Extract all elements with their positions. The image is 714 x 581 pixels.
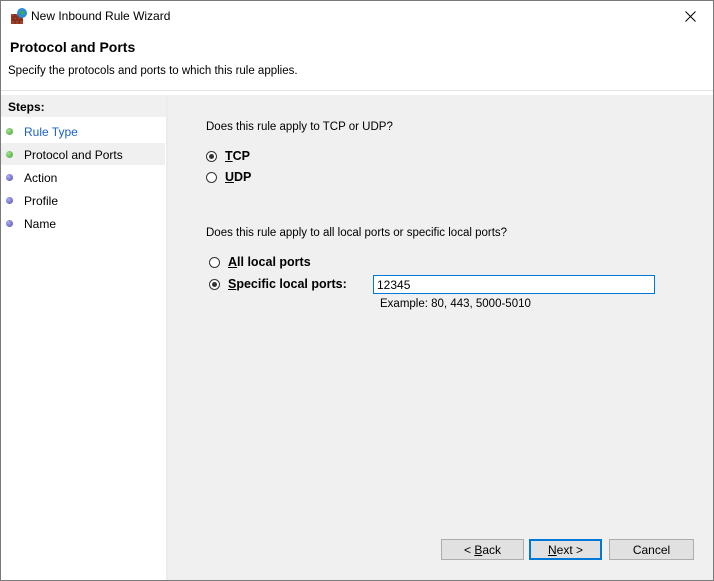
step-label: Rule Type <box>24 125 78 139</box>
main-panel: Does this rule apply to TCP or UDP? TCP … <box>168 95 713 580</box>
ports-example-hint: Example: 80, 443, 5000-5010 <box>380 298 531 310</box>
step-label: Profile <box>24 194 59 208</box>
specific-local-ports-radio[interactable]: Specific local ports: <box>209 277 347 291</box>
close-button[interactable] <box>667 1 713 32</box>
cancel-button[interactable]: Cancel <box>609 539 694 560</box>
step-label: Action <box>24 171 58 185</box>
page-title: Protocol and Ports <box>10 39 136 55</box>
steps-heading: Steps: <box>1 95 166 117</box>
page-subtitle: Specify the protocols and ports to which… <box>8 65 298 77</box>
udp-radio[interactable]: UDP <box>206 170 251 184</box>
step-protocol-and-ports[interactable]: Protocol and Ports <box>1 143 165 165</box>
protocol-question: Does this rule apply to TCP or UDP? <box>206 121 393 133</box>
radio-checked-icon <box>209 278 220 290</box>
radio-checked-icon <box>206 150 217 162</box>
close-icon <box>684 11 696 22</box>
step-label: Protocol and Ports <box>24 148 123 162</box>
title-bar: New Inbound Rule Wizard <box>1 1 713 32</box>
step-pending-icon <box>6 174 13 181</box>
steps-sidebar: Steps: Rule Type Protocol and Ports Acti… <box>1 95 168 580</box>
step-label: Name <box>24 217 57 231</box>
step-profile: Profile <box>1 189 165 211</box>
step-pending-icon <box>6 220 13 227</box>
firewall-icon <box>11 8 27 24</box>
back-button[interactable]: < Back <box>441 539 524 560</box>
all-local-ports-radio[interactable]: All local ports <box>209 255 311 269</box>
next-button[interactable]: Next > <box>529 539 602 560</box>
wizard-header: Protocol and Ports Specify the protocols… <box>1 32 713 91</box>
specific-ports-input[interactable] <box>373 275 655 294</box>
radio-unchecked-icon <box>206 171 217 183</box>
wizard-window: New Inbound Rule Wizard Protocol and Por… <box>0 0 714 581</box>
step-action: Action <box>1 166 165 188</box>
step-name: Name <box>1 212 165 234</box>
window-title: New Inbound Rule Wizard <box>31 9 171 23</box>
ports-question: Does this rule apply to all local ports … <box>206 227 508 239</box>
step-rule-type[interactable]: Rule Type <box>1 120 165 142</box>
step-done-icon <box>6 151 13 158</box>
step-done-icon <box>6 128 13 135</box>
tcp-radio[interactable]: TCP <box>206 149 250 163</box>
radio-unchecked-icon <box>209 256 220 268</box>
step-pending-icon <box>6 197 13 204</box>
